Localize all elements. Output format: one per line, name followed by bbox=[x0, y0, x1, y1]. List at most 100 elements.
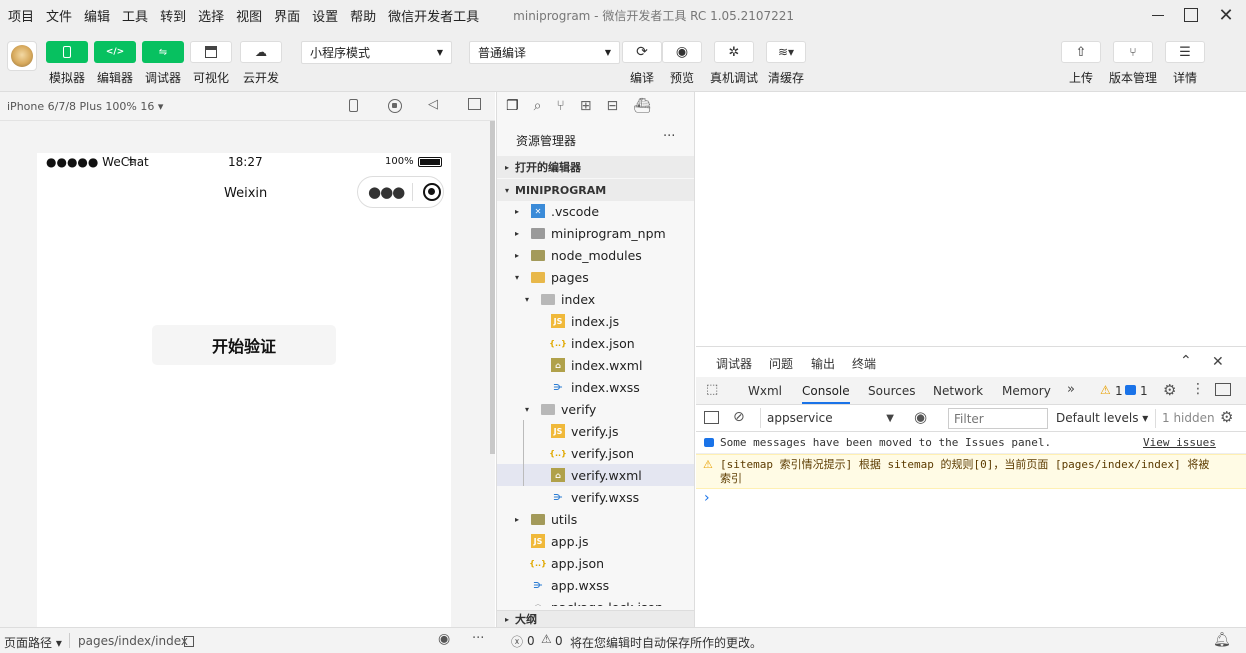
settings-icon[interactable]: ⚙ bbox=[1163, 381, 1176, 399]
upload-button[interactable]: ⇧ bbox=[1061, 41, 1101, 63]
cloud-button[interactable]: ☁ bbox=[240, 41, 282, 63]
debugger-button[interactable]: ⇋ bbox=[142, 41, 184, 63]
filter-input[interactable] bbox=[948, 408, 1048, 429]
tree-item[interactable]: ▾ index bbox=[497, 288, 694, 310]
devtools-top-tab[interactable]: 终端 bbox=[852, 355, 876, 372]
files-icon[interactable]: ❐ bbox=[506, 98, 519, 114]
phone-icon[interactable] bbox=[349, 99, 358, 112]
tree-item[interactable]: {..} verify.json bbox=[497, 442, 694, 464]
tree-item[interactable]: ⋺ app.wxss bbox=[497, 574, 694, 596]
docker-icon[interactable]: ⛴ bbox=[633, 98, 651, 114]
compile-button[interactable]: ⟳ bbox=[622, 41, 662, 63]
tree-item[interactable]: ⌂ verify.wxml bbox=[497, 464, 694, 486]
tree-item[interactable]: JS app.js bbox=[497, 530, 694, 552]
menu-item[interactable]: 设置 bbox=[306, 6, 344, 25]
menu-item[interactable]: 工具 bbox=[116, 6, 154, 25]
console-prompt[interactable]: › bbox=[704, 490, 710, 506]
close-button[interactable]: ✕ bbox=[1209, 0, 1243, 30]
devtools-tab-network[interactable]: Network bbox=[933, 384, 983, 398]
inspect-icon[interactable]: ⬚ bbox=[706, 382, 718, 397]
search-icon[interactable]: ⌕ bbox=[534, 98, 542, 114]
more-tabs-button[interactable]: » bbox=[1067, 382, 1075, 397]
menu-item[interactable]: 项目 bbox=[2, 6, 40, 25]
maximize-button[interactable] bbox=[1174, 0, 1208, 30]
menu-item[interactable]: 编辑 bbox=[78, 6, 116, 25]
dock-icon[interactable] bbox=[1215, 383, 1231, 396]
simulator-button[interactable] bbox=[46, 41, 88, 63]
tree-item[interactable]: ⬡ package-lock.json bbox=[497, 596, 694, 607]
real-debug-button[interactable]: ✲ bbox=[714, 41, 754, 63]
collapse-icon[interactable]: ⌃ bbox=[1180, 353, 1192, 369]
sidebar-toggle-icon[interactable] bbox=[704, 411, 719, 424]
page-path-select[interactable]: 页面路径 ▾ bbox=[4, 634, 62, 651]
tree-item[interactable]: ▸ node_modules bbox=[497, 244, 694, 266]
menu-item[interactable]: 界面 bbox=[268, 6, 306, 25]
compile-mode-select[interactable]: 普通编译 ▼ bbox=[469, 41, 620, 64]
tree-item[interactable]: ▸ ✕ .vscode bbox=[497, 200, 694, 222]
tree-item[interactable]: ▸ miniprogram_npm bbox=[497, 222, 694, 244]
preview-button[interactable]: ◉ bbox=[662, 41, 702, 63]
version-button[interactable]: ⑂ bbox=[1113, 41, 1153, 63]
extensions-icon[interactable]: ⊞ bbox=[580, 98, 592, 114]
details-button[interactable]: ☰ bbox=[1165, 41, 1205, 63]
device-select[interactable]: iPhone 6/7/8 Plus 100% 16 ▾ bbox=[7, 100, 163, 113]
close-panel-icon[interactable]: ✕ bbox=[1212, 354, 1224, 370]
minimize-button[interactable] bbox=[1141, 0, 1175, 30]
devtools-top-tab[interactable]: 调试器 bbox=[716, 355, 753, 379]
start-verify-button[interactable]: 开始验证 bbox=[152, 325, 336, 365]
project-section[interactable]: ▾ MINIPROGRAM bbox=[497, 179, 694, 201]
clear-cache-button[interactable]: ≋▾ bbox=[766, 41, 806, 63]
eye-icon[interactable]: ◉ bbox=[438, 631, 450, 647]
visual-button[interactable] bbox=[190, 41, 232, 63]
menu-item[interactable]: 选择 bbox=[192, 6, 230, 25]
kebab-icon[interactable]: ⋮ bbox=[1191, 381, 1205, 397]
levels-select[interactable]: Default levels ▾ bbox=[1056, 411, 1148, 425]
warning-count[interactable]: 0 bbox=[555, 634, 563, 648]
eye-icon[interactable]: ◉ bbox=[914, 408, 927, 426]
devtools-tab-console[interactable]: Console bbox=[802, 384, 850, 404]
source-control-icon[interactable]: ⑂ bbox=[556, 98, 564, 114]
more-icon[interactable]: ··· bbox=[472, 631, 484, 646]
devtools-tab-memory[interactable]: Memory bbox=[1002, 384, 1051, 398]
context-select[interactable]: appservice ▼ bbox=[760, 408, 900, 428]
bell-icon[interactable]: 🔔︎ bbox=[1213, 632, 1231, 648]
tree-item[interactable]: {..} index.json bbox=[497, 332, 694, 354]
tree-item[interactable]: {..} app.json bbox=[497, 552, 694, 574]
tree-item[interactable]: ▸ utils bbox=[497, 508, 694, 530]
tree-item[interactable]: JS verify.js bbox=[497, 420, 694, 442]
exit-icon[interactable] bbox=[423, 183, 442, 201]
scrollbar[interactable] bbox=[490, 121, 495, 454]
popout-icon[interactable] bbox=[468, 98, 481, 110]
tree-item[interactable]: ⋺ verify.wxss bbox=[497, 486, 694, 508]
avatar[interactable] bbox=[7, 41, 37, 71]
tree-item[interactable]: ▾ pages bbox=[497, 266, 694, 288]
view-issues-link[interactable]: View issues bbox=[1143, 436, 1216, 449]
editor-button[interactable]: </> bbox=[94, 41, 136, 63]
outline-section[interactable]: ▸ 大纲 bbox=[497, 610, 694, 627]
menu-item[interactable]: 帮助 bbox=[344, 6, 382, 25]
explorer-more-button[interactable]: ··· bbox=[663, 129, 675, 144]
clear-console-icon[interactable]: ⊘ bbox=[733, 409, 745, 425]
tree-item[interactable]: ⋺ index.wxss bbox=[497, 376, 694, 398]
mode-select[interactable]: 小程序模式 ▼ bbox=[301, 41, 452, 64]
menu-item[interactable]: 视图 bbox=[230, 6, 268, 25]
info-count[interactable]: 1 bbox=[1140, 384, 1148, 398]
error-count[interactable]: 0 bbox=[527, 634, 535, 648]
warning-count[interactable]: 1 bbox=[1115, 384, 1123, 398]
storage-icon[interactable]: ⊟ bbox=[607, 98, 619, 114]
volume-icon[interactable]: ◁ bbox=[428, 97, 438, 112]
console-settings-icon[interactable]: ⚙ bbox=[1220, 408, 1233, 426]
tree-item[interactable]: ⌂ index.wxml bbox=[497, 354, 694, 376]
menu-item[interactable]: 转到 bbox=[154, 6, 192, 25]
more-icon[interactable]: ●●● bbox=[368, 183, 405, 201]
devtools-top-tab[interactable]: 输出 bbox=[811, 355, 835, 372]
devtools-top-tab[interactable]: 问题 bbox=[769, 355, 793, 372]
copy-icon[interactable] bbox=[184, 636, 194, 647]
capsule-menu[interactable]: ●●● bbox=[357, 176, 444, 208]
open-editors-section[interactable]: ▸ 打开的编辑器 bbox=[497, 156, 694, 178]
record-icon[interactable] bbox=[388, 99, 402, 113]
tree-item[interactable]: ▾ verify bbox=[497, 398, 694, 420]
menu-item[interactable]: 文件 bbox=[40, 6, 78, 25]
devtools-tab-wxml[interactable]: Wxml bbox=[748, 384, 782, 398]
devtools-tab-sources[interactable]: Sources bbox=[868, 384, 915, 398]
